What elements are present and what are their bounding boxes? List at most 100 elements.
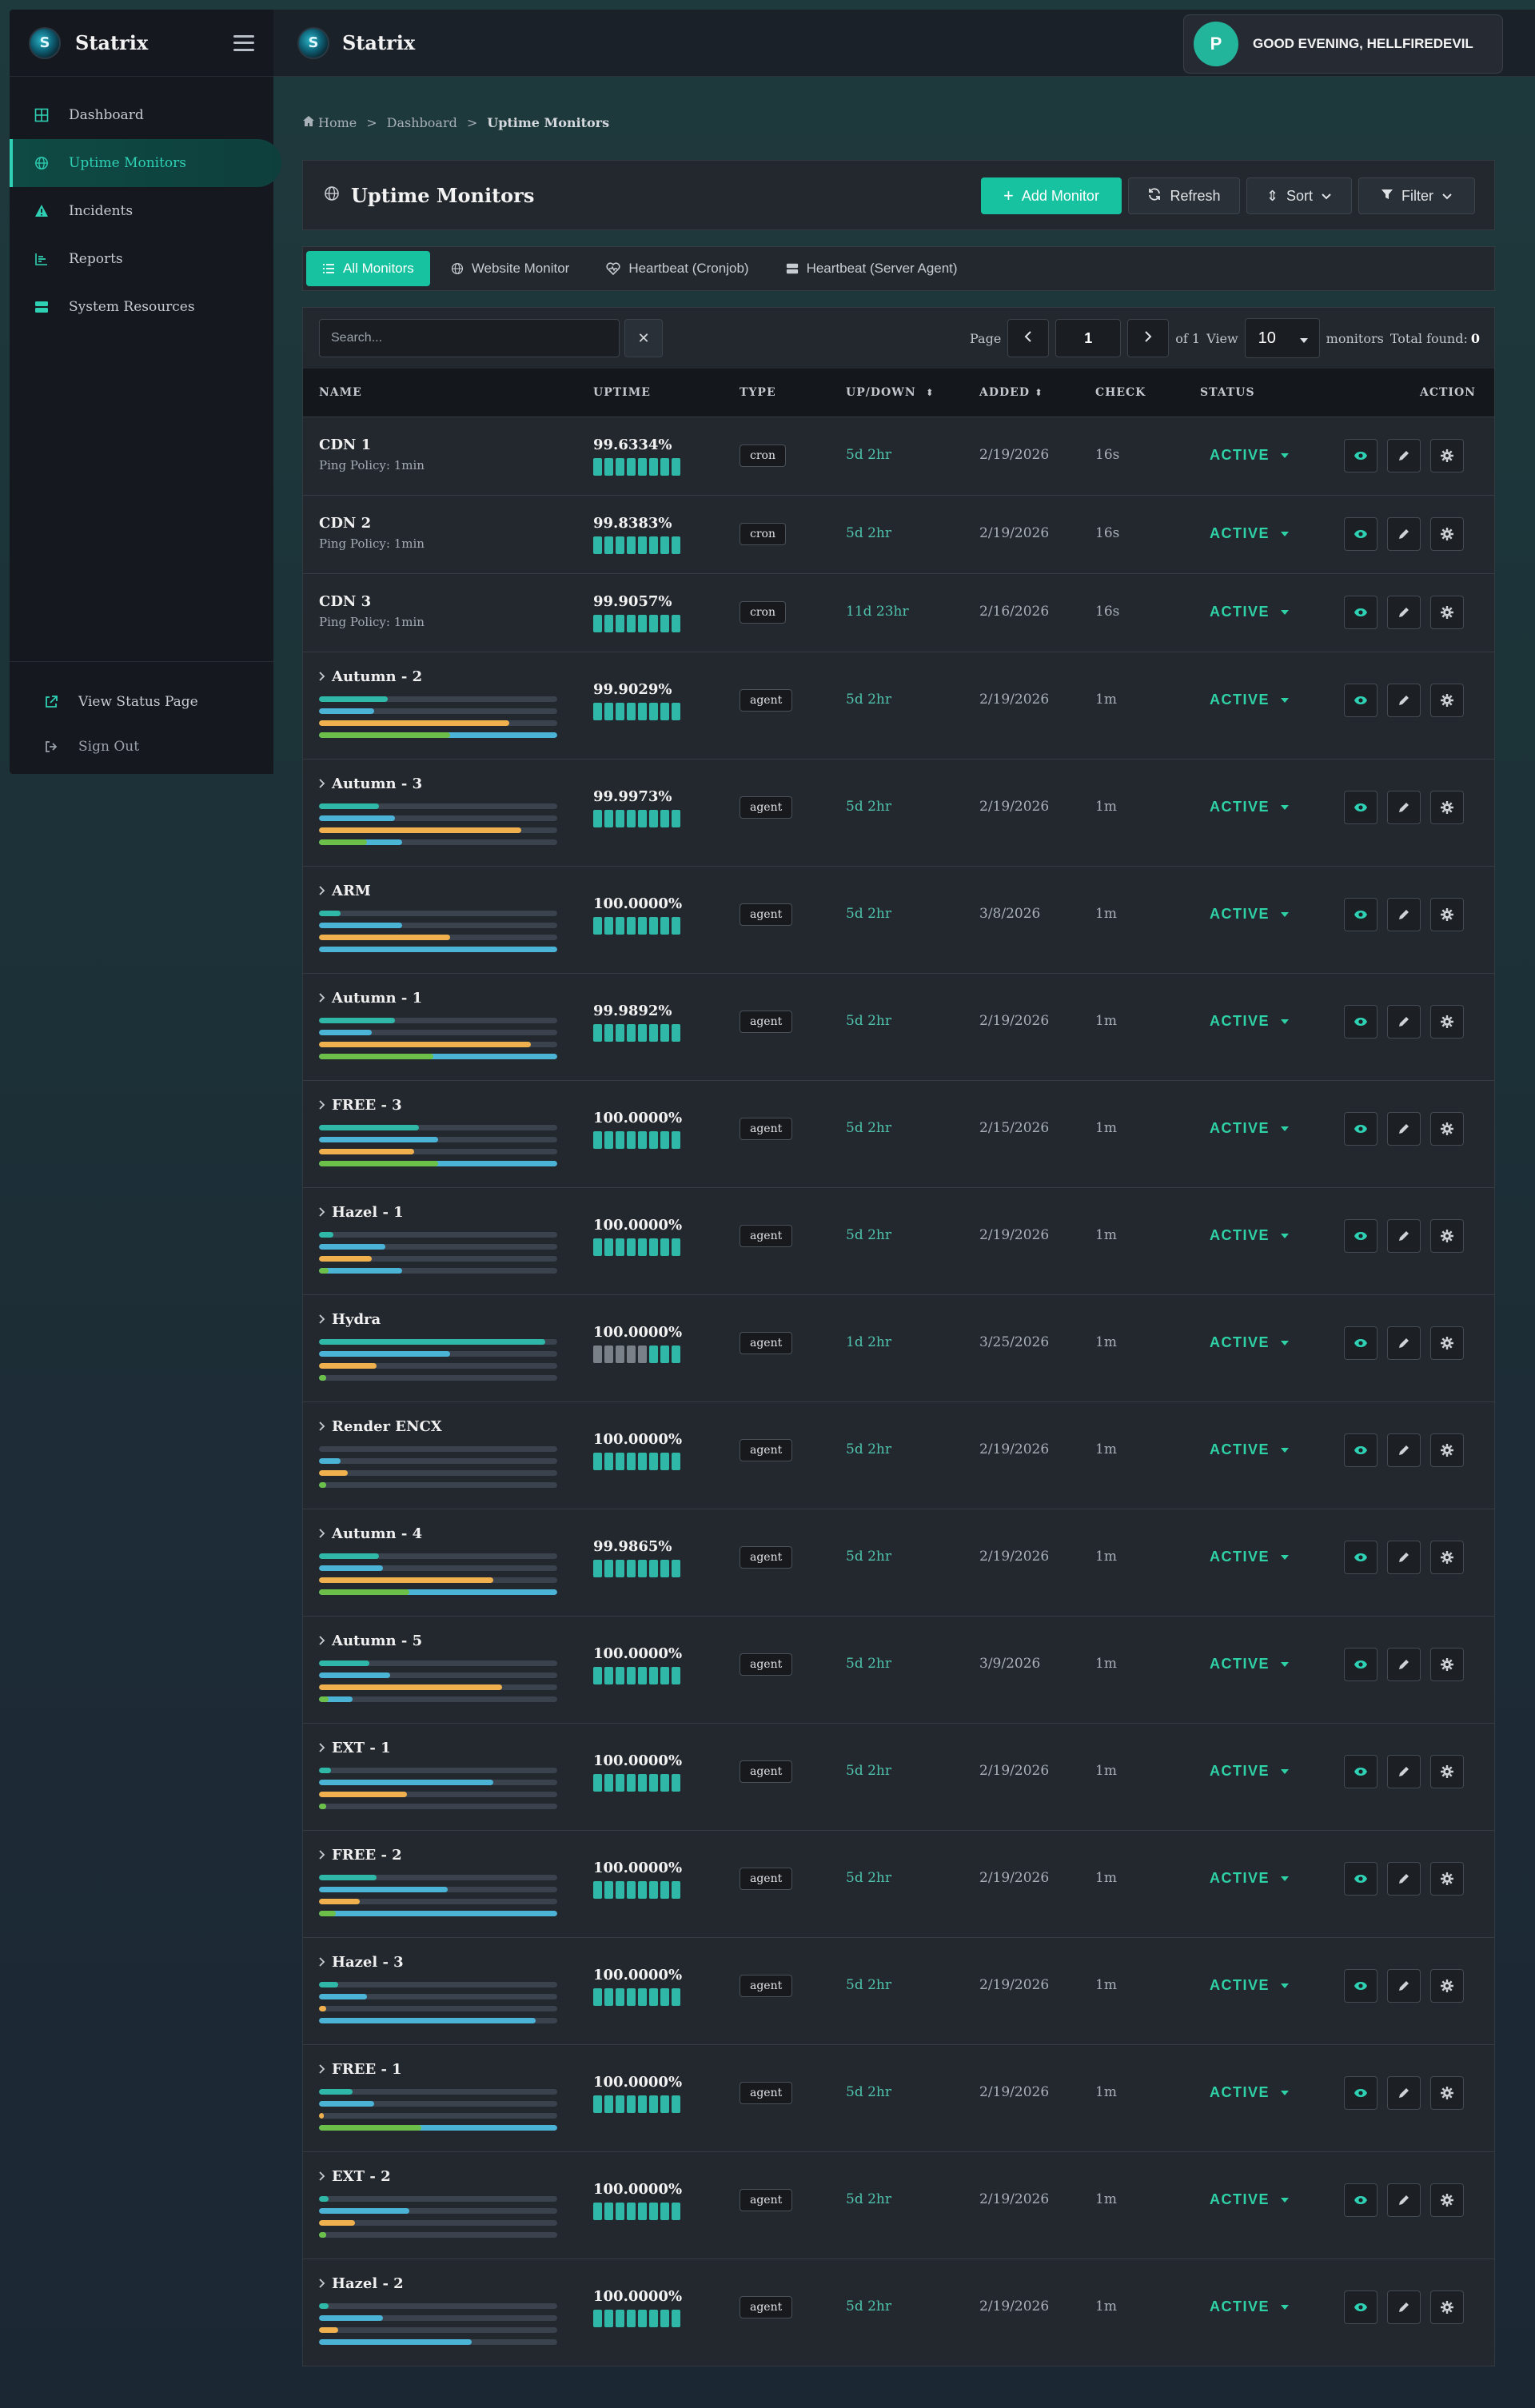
settings-button[interactable] — [1430, 1005, 1464, 1039]
menu-toggle-icon[interactable] — [233, 34, 254, 51]
view-button[interactable] — [1344, 1219, 1378, 1253]
status-dropdown[interactable]: ACTIVE — [1210, 1334, 1290, 1351]
settings-button[interactable] — [1430, 1112, 1464, 1146]
settings-button[interactable] — [1430, 1219, 1464, 1253]
view-button[interactable] — [1344, 517, 1378, 551]
col-name[interactable]: NAME — [319, 386, 362, 399]
table-row[interactable]: Autumn - 5 100.0000% agent 5d 2hr 3/9/2026 1m… — [303, 1616, 1494, 1723]
view-button[interactable] — [1344, 2076, 1378, 2110]
chevron-right-icon[interactable] — [319, 990, 325, 1007]
edit-button[interactable] — [1387, 898, 1421, 931]
tab-all-monitors[interactable]: All Monitors — [306, 251, 430, 286]
clear-search-button[interactable]: ✕ — [624, 319, 663, 357]
monitor-name[interactable]: FREE - 1 — [319, 2061, 557, 2078]
table-row[interactable]: FREE - 2 100.0000% agent 5d 2hr 2/19/2026 1m A… — [303, 1830, 1494, 1937]
view-status-page-link[interactable]: View Status Page — [10, 680, 273, 724]
chevron-right-icon[interactable] — [319, 1525, 325, 1542]
edit-button[interactable] — [1387, 596, 1421, 629]
monitor-name[interactable]: ARM — [319, 883, 557, 899]
view-button[interactable] — [1344, 2183, 1378, 2217]
edit-button[interactable] — [1387, 1433, 1421, 1467]
status-dropdown[interactable]: ACTIVE — [1210, 525, 1290, 542]
edit-button[interactable] — [1387, 2076, 1421, 2110]
edit-button[interactable] — [1387, 1326, 1421, 1360]
refresh-button[interactable]: Refresh — [1128, 177, 1240, 214]
col-uptime[interactable]: UPTIME — [593, 386, 651, 399]
chevron-right-icon[interactable] — [319, 2061, 325, 2078]
settings-button[interactable] — [1430, 596, 1464, 629]
chevron-right-icon[interactable] — [319, 1311, 325, 1328]
status-dropdown[interactable]: ACTIVE — [1210, 2084, 1290, 2101]
table-row[interactable]: Autumn - 1 99.9892% agent 5d 2hr 2/19/2026 1m… — [303, 973, 1494, 1080]
monitor-name[interactable]: FREE - 3 — [319, 1097, 557, 1114]
chevron-right-icon[interactable] — [319, 1633, 325, 1649]
tab-website-monitor[interactable]: Website Monitor — [435, 251, 586, 286]
settings-button[interactable] — [1430, 1648, 1464, 1681]
sidebar-item-uptime-monitors[interactable]: Uptime Monitors — [10, 139, 281, 187]
page-number-input[interactable]: 1 — [1055, 319, 1122, 357]
edit-button[interactable] — [1387, 1541, 1421, 1574]
table-row[interactable]: CDN 1 Ping Policy: 1min 99.6334% cron 5d 2hr… — [303, 417, 1494, 495]
table-row[interactable]: FREE - 3 100.0000% agent 5d 2hr 2/15/2026 1m A… — [303, 1080, 1494, 1187]
view-count-select[interactable]: 10 — [1244, 318, 1320, 358]
monitor-name[interactable]: CDN 3 — [319, 593, 425, 610]
breadcrumb-home[interactable]: Home — [318, 115, 357, 130]
chevron-right-icon[interactable] — [319, 1740, 325, 1756]
edit-button[interactable] — [1387, 1969, 1421, 2003]
table-row[interactable]: Render ENCX 100.0000% agent 5d 2hr 2/19/2026… — [303, 1401, 1494, 1509]
status-dropdown[interactable]: ACTIVE — [1210, 1549, 1290, 1565]
view-button[interactable] — [1344, 1005, 1378, 1039]
table-row[interactable]: EXT - 1 100.0000% agent 5d 2hr 2/19/2026 1m AC… — [303, 1723, 1494, 1830]
status-dropdown[interactable]: ACTIVE — [1210, 1441, 1290, 1458]
table-row[interactable]: EXT - 2 100.0000% agent 5d 2hr 2/19/2026 1m AC… — [303, 2151, 1494, 2258]
user-greeting[interactable]: P GOOD EVENING, HELLFIREDEVIL — [1183, 14, 1503, 74]
view-button[interactable] — [1344, 596, 1378, 629]
table-row[interactable]: Autumn - 3 99.9973% agent 5d 2hr 2/19/2026 1m… — [303, 759, 1494, 866]
status-dropdown[interactable]: ACTIVE — [1210, 1977, 1290, 1994]
sidebar-item-incidents[interactable]: Incidents — [10, 187, 273, 235]
monitor-name[interactable]: CDN 2 — [319, 515, 425, 532]
settings-button[interactable] — [1430, 791, 1464, 824]
sort-button[interactable]: ⇕ Sort — [1246, 177, 1352, 214]
status-dropdown[interactable]: ACTIVE — [1210, 2298, 1290, 2315]
view-button[interactable] — [1344, 898, 1378, 931]
view-button[interactable] — [1344, 1112, 1378, 1146]
chevron-right-icon[interactable] — [319, 1954, 325, 1971]
status-dropdown[interactable]: ACTIVE — [1210, 1013, 1290, 1030]
monitor-name[interactable]: CDN 1 — [319, 437, 425, 453]
view-button[interactable] — [1344, 2290, 1378, 2324]
chevron-right-icon[interactable] — [319, 1847, 325, 1864]
settings-button[interactable] — [1430, 517, 1464, 551]
settings-button[interactable] — [1430, 2076, 1464, 2110]
status-dropdown[interactable]: ACTIVE — [1210, 799, 1290, 815]
table-row[interactable]: ARM 100.0000% agent 5d 2hr 3/8/2026 1m ACTIVE — [303, 866, 1494, 973]
monitor-name[interactable]: Hazel - 2 — [319, 2275, 557, 2292]
edit-button[interactable] — [1387, 517, 1421, 551]
filter-button[interactable]: Filter — [1358, 177, 1475, 214]
prev-page-button[interactable] — [1007, 319, 1050, 357]
view-button[interactable] — [1344, 1648, 1378, 1681]
col-added[interactable]: ADDED ⬍ — [979, 386, 1043, 399]
settings-button[interactable] — [1430, 1541, 1464, 1574]
settings-button[interactable] — [1430, 1755, 1464, 1788]
chevron-right-icon[interactable] — [319, 883, 325, 899]
table-row[interactable]: Autumn - 4 99.9865% agent 5d 2hr 2/19/2026 1m… — [303, 1509, 1494, 1616]
table-row[interactable]: CDN 3 Ping Policy: 1min 99.9057% cron 11d 23… — [303, 573, 1494, 652]
sidebar-item-reports[interactable]: Reports — [10, 235, 273, 283]
view-button[interactable] — [1344, 1541, 1378, 1574]
monitor-name[interactable]: Render ENCX — [319, 1418, 557, 1435]
col-updown[interactable]: UP/DOWN ⬍ — [846, 386, 935, 399]
table-row[interactable]: Hazel - 3 100.0000% agent 5d 2hr 2/19/2026 1m… — [303, 1937, 1494, 2044]
table-row[interactable]: Autumn - 2 99.9029% agent 5d 2hr 2/19/2026 1m… — [303, 652, 1494, 759]
table-row[interactable]: Hazel - 2 100.0000% agent 5d 2hr 2/19/2026 1m… — [303, 2258, 1494, 2366]
monitor-name[interactable]: Hydra — [319, 1311, 557, 1328]
sidebar-item-system-resources[interactable]: System Resources — [10, 283, 273, 331]
edit-button[interactable] — [1387, 1648, 1421, 1681]
settings-button[interactable] — [1430, 1969, 1464, 2003]
chevron-right-icon[interactable] — [319, 775, 325, 792]
settings-button[interactable] — [1430, 898, 1464, 931]
chevron-right-icon[interactable] — [319, 1097, 325, 1114]
next-page-button[interactable] — [1127, 319, 1170, 357]
edit-button[interactable] — [1387, 1755, 1421, 1788]
table-row[interactable]: Hydra 100.0000% agent 1d 2hr 3/25/2026 1m ACTI… — [303, 1294, 1494, 1401]
